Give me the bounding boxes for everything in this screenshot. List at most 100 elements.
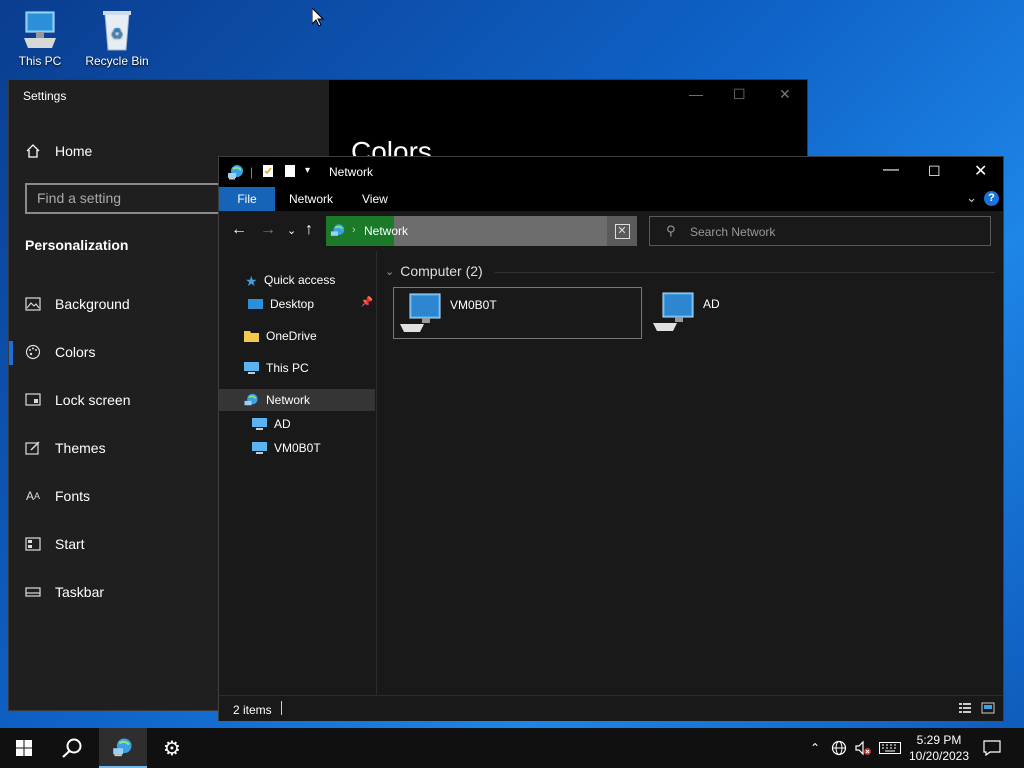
- desktop-folder-icon: [248, 299, 263, 309]
- ribbon-tab-file[interactable]: File: [219, 187, 275, 211]
- keyboard-icon: [879, 742, 901, 754]
- search-icon: [62, 738, 82, 758]
- clock-date: 10/20/2023: [908, 749, 970, 763]
- explorer-search-input[interactable]: ⚲ Search Network: [649, 216, 991, 246]
- group-title: Computer (2): [400, 263, 483, 279]
- item-count: 2 items: [233, 703, 272, 717]
- desktop-icon-recycle-bin[interactable]: ♻ Recycle Bin: [79, 8, 155, 68]
- breadcrumb-network[interactable]: Network: [364, 224, 408, 238]
- recycle-bin-icon: ♻: [97, 8, 137, 52]
- recent-locations-chevron-icon[interactable]: ⌄: [287, 224, 296, 237]
- taskbar: ⚙ ⌃ 5:29 PM 10/20/2023: [0, 728, 1024, 768]
- nav-desktop[interactable]: Desktop 📌: [219, 293, 375, 315]
- nav-label: Desktop: [270, 297, 315, 311]
- globe-icon: [831, 740, 847, 756]
- desktop-icon-this-pc[interactable]: This PC: [2, 8, 78, 68]
- star-icon: ★: [245, 273, 258, 289]
- group-header-computer[interactable]: ⌄ Computer (2): [385, 263, 483, 279]
- explorer-status-bar: 2 items: [219, 695, 1003, 721]
- start-button[interactable]: [0, 728, 48, 768]
- settings-nav-label: Background: [55, 296, 130, 312]
- nav-network[interactable]: Network: [219, 389, 375, 411]
- explorer-maximize-button[interactable]: ☐: [928, 163, 941, 180]
- settings-nav-colors[interactable]: Colors: [25, 340, 95, 364]
- search-button[interactable]: [48, 728, 96, 768]
- computer-icon: [252, 418, 267, 430]
- nav-label: AD: [274, 417, 291, 431]
- taskbar-clock[interactable]: 5:29 PM 10/20/2023: [900, 732, 978, 764]
- settings-home-link[interactable]: Home: [25, 143, 92, 159]
- computer-icon: [252, 442, 267, 454]
- network-icon: [113, 738, 132, 757]
- volume-muted-icon[interactable]: [852, 728, 874, 768]
- mouse-cursor-icon: [312, 8, 324, 27]
- nav-label: Network: [266, 393, 311, 407]
- new-folder-icon[interactable]: [284, 164, 296, 178]
- nav-vm0b0t[interactable]: VM0B0T: [219, 437, 375, 459]
- large-icons-view-icon[interactable]: [981, 702, 995, 714]
- tile-label: VM0B0T: [450, 298, 497, 312]
- up-arrow-icon[interactable]: ↑: [305, 221, 313, 239]
- touch-keyboard-icon[interactable]: [878, 728, 902, 768]
- nav-onedrive[interactable]: OneDrive: [219, 325, 375, 347]
- nav-label: Quick access: [264, 273, 336, 287]
- forward-arrow-icon[interactable]: →: [260, 221, 276, 239]
- settings-nav-taskbar[interactable]: Taskbar: [25, 580, 104, 604]
- settings-maximize-button[interactable]: ☐: [733, 86, 746, 103]
- computer-icon: [400, 293, 441, 332]
- nav-label: This PC: [266, 361, 309, 375]
- settings-selection-indicator: [9, 341, 13, 365]
- network-icon: [228, 165, 243, 180]
- computer-tile-vm0b0t[interactable]: VM0B0T: [393, 287, 642, 339]
- explorer-close-button[interactable]: ✕: [974, 161, 987, 181]
- show-hidden-icons-button[interactable]: ⌃: [806, 728, 824, 768]
- taskbar-explorer-network[interactable]: [99, 728, 147, 768]
- explorer-content[interactable]: ⌄ Computer (2) VM0B0T AD: [377, 251, 1003, 695]
- qa-separator: |: [250, 165, 254, 179]
- network-status-icon[interactable]: [829, 728, 849, 768]
- chevron-down-icon: ⌄: [385, 265, 395, 278]
- explorer-titlebar[interactable]: | ▾ Network — ☐ ✕: [219, 157, 1003, 187]
- settings-nav-lock-screen[interactable]: Lock screen: [25, 388, 130, 412]
- settings-nav-label: Colors: [55, 344, 96, 360]
- computer-tile-ad[interactable]: AD: [647, 287, 896, 339]
- nav-this-pc[interactable]: This PC: [219, 357, 375, 379]
- settings-nav-fonts[interactable]: AA Fonts: [25, 484, 90, 508]
- help-icon[interactable]: ?: [984, 191, 999, 206]
- settings-nav-background[interactable]: Background: [25, 292, 130, 316]
- this-pc-icon: [20, 8, 60, 52]
- desktop-icon-label: This PC: [18, 54, 62, 68]
- settings-close-button[interactable]: ✕: [779, 86, 791, 103]
- explorer-title: Network: [329, 165, 374, 179]
- properties-icon[interactable]: [262, 164, 274, 178]
- taskbar-settings[interactable]: ⚙: [148, 728, 196, 768]
- action-center-button[interactable]: [980, 728, 1004, 768]
- lock-screen-icon: [25, 392, 41, 408]
- nav-quick-access[interactable]: ★ Quick access: [219, 269, 375, 291]
- back-arrow-icon[interactable]: ←: [231, 221, 247, 239]
- breadcrumb-separator-icon: ›: [352, 224, 356, 236]
- themes-icon: [25, 440, 41, 456]
- ribbon-tab-network[interactable]: Network: [289, 192, 333, 206]
- settings-nav-themes[interactable]: Themes: [25, 436, 106, 460]
- network-icon: [330, 224, 345, 236]
- address-box[interactable]: › Network ✕: [326, 216, 637, 246]
- settings-minimize-button[interactable]: —: [689, 86, 703, 102]
- explorer-minimize-button[interactable]: —: [883, 161, 899, 179]
- details-view-icon[interactable]: [958, 702, 972, 714]
- settings-nav-label: Start: [55, 536, 85, 552]
- qa-customize-icon[interactable]: ▾: [305, 165, 310, 176]
- close-icon: ✕: [614, 223, 630, 239]
- group-divider: [495, 272, 995, 273]
- explorer-nav-pane: ★ Quick access Desktop 📌 OneDrive This P…: [219, 265, 377, 695]
- settings-nav-start[interactable]: Start: [25, 532, 85, 556]
- settings-search-input[interactable]: Find a setting: [25, 183, 245, 214]
- nav-ad[interactable]: AD: [219, 413, 375, 435]
- svg-text:♻: ♻: [111, 26, 124, 42]
- chevron-down-icon[interactable]: ⌄: [966, 190, 977, 206]
- explorer-window[interactable]: | ▾ Network — ☐ ✕ File Network View ⌄ ? …: [218, 156, 1004, 721]
- address-stop-button[interactable]: ✕: [607, 216, 637, 246]
- image-icon: [25, 296, 41, 312]
- ribbon-tab-view[interactable]: View: [362, 192, 388, 206]
- tile-label: AD: [703, 297, 720, 311]
